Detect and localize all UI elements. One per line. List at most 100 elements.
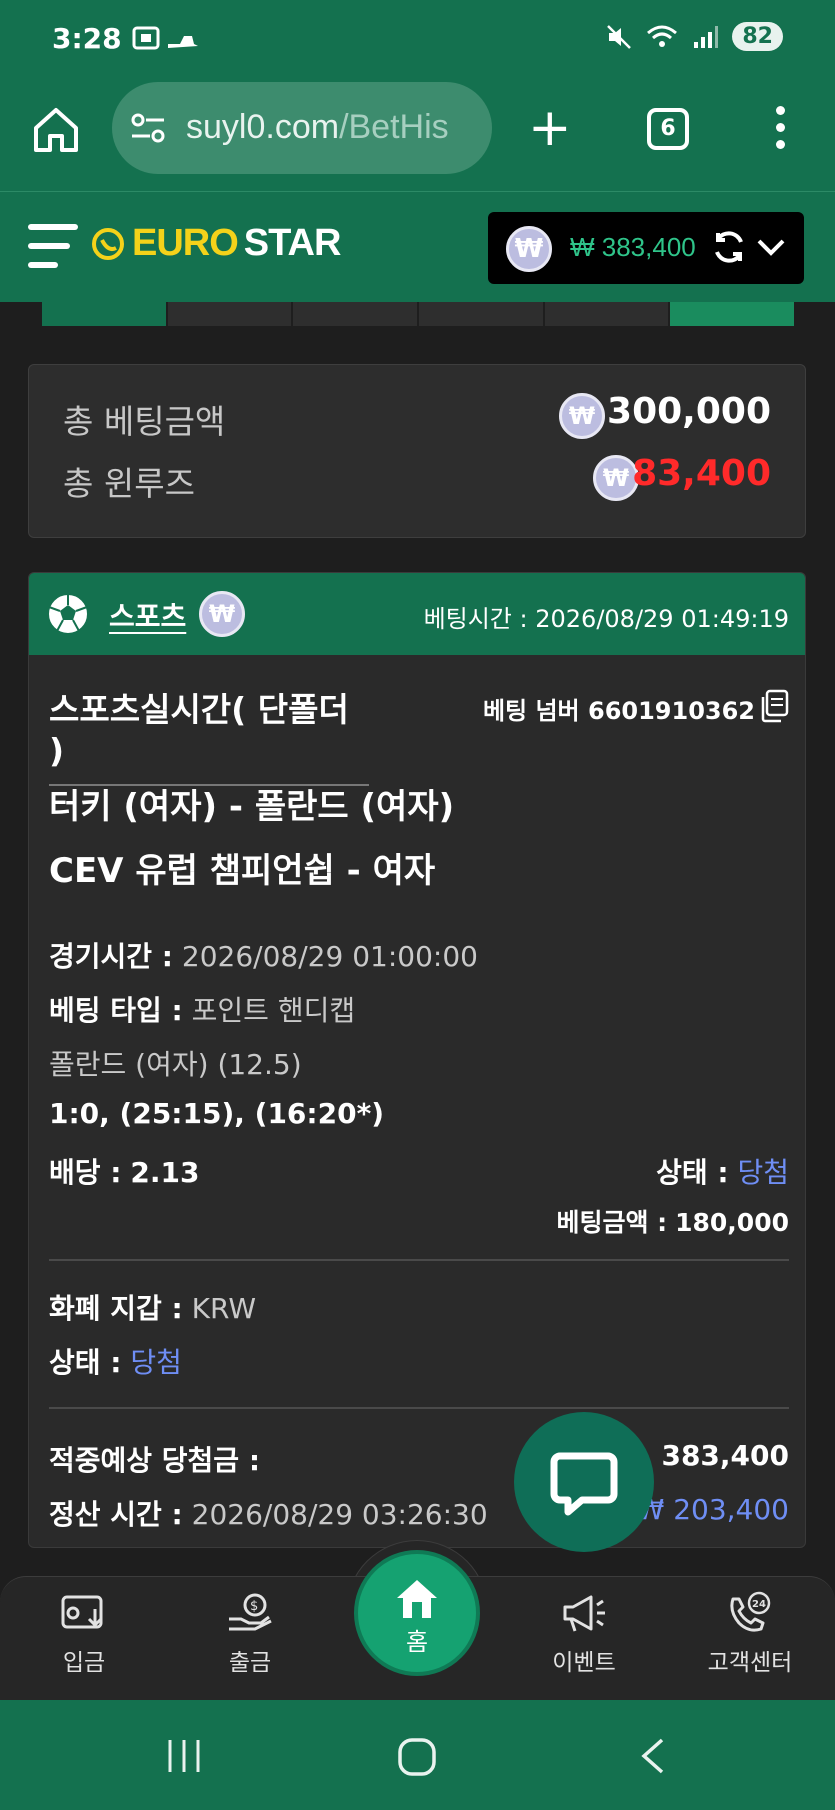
settle-value: 2026/08/29 03:26:30 [191,1498,488,1531]
bet-number: 베팅 넘버 6601910362 [483,691,755,726]
new-tab-plus-icon[interactable]: + [528,102,572,154]
score: 1:0, (25:15), (16:20*) [49,1097,385,1130]
bet-time-label: 베팅시간 : [423,605,528,633]
nav-home-label: 홈 [405,1628,429,1656]
tab-switcher-button[interactable]: 6 [647,108,689,150]
deposit-icon [61,1595,103,1629]
mute-icon [607,24,632,49]
nav-event[interactable]: 이벤트 [524,1577,644,1701]
status-value: 당첨 [737,1156,789,1189]
status-right: 82 [606,22,783,51]
url-domain: suyl0.com [186,108,340,146]
refresh-icon[interactable] [710,228,748,266]
bet-time: 베팅시간 : 2026/08/29 01:49:19 [424,599,789,634]
wallet-value: KRW [191,1292,257,1325]
game-time-label: 경기시간 : [49,940,173,973]
odds-label: 배당 : [49,1156,122,1189]
game-time-row: 경기시간 : 2026/08/29 01:00:00 [49,935,478,975]
wallet-row: 화폐 지갑 : KRW [49,1287,256,1327]
settle-row: 정산 시간 : 2026/08/29 03:26:30 [49,1493,488,1533]
bet-type-value: 포인트 핸디캡 [191,994,356,1027]
bet-summary-card: 총 베팅금액 ₩ 300,000 총 윈루즈 ₩ 83,400 [28,364,806,538]
url-text: suyl0.com/BetHis [186,108,449,147]
hamburger-menu-icon[interactable] [28,224,80,272]
total-winloss-value: 83,400 [632,453,771,494]
chevron-down-icon[interactable] [756,234,786,260]
filter-tab[interactable] [293,302,418,326]
balance-widget[interactable]: ₩ ₩ 383,400 [488,212,804,284]
megaphone-icon [563,1595,605,1632]
total-winloss-row: 총 윈루즈 ₩ 83,400 [63,447,771,507]
nav-event-label: 이벤트 [552,1650,616,1676]
total-bet-row: 총 베팅금액 ₩ 300,000 [63,385,771,445]
nav-support-label: 고객센터 [707,1650,793,1676]
balance-amount: ₩ 383,400 [570,232,696,262]
game-time-value: 2026/08/29 01:00:00 [181,940,478,973]
wifi-icon [647,25,678,47]
bet-time-value: 2026/08/29 01:49:19 [535,605,789,633]
support-24-icon: 24 [730,1591,771,1632]
android-home-icon[interactable] [396,1736,438,1778]
chat-bubble-icon [550,1452,618,1516]
nav-support[interactable]: 24 고객센터 [690,1577,810,1701]
profit-value: ₩ 203,400 [636,1493,789,1526]
total-bet-label: 총 베팅금액 [63,402,226,441]
expected-win-value: 383,400 [661,1439,789,1472]
svg-text:$: $ [250,1599,258,1614]
soccer-ball-icon [47,593,89,635]
nav-deposit-label: 입금 [62,1650,106,1676]
bet-amount-row: 베팅금액 : 180,000 [556,1203,789,1239]
wallet-label: 화폐 지갑 : [49,1292,183,1325]
nav-deposit[interactable]: 입금 [24,1577,144,1701]
filter-tab[interactable] [419,302,543,326]
browser-menu-icon[interactable] [770,106,790,152]
logo-euro: EURO [132,222,239,264]
nav-home-button[interactable]: 홈 [354,1550,480,1676]
bet-amount-value: 180,000 [675,1208,789,1237]
bet-type-label: 베팅 타입 : [49,994,183,1027]
recent-apps-icon[interactable] [164,1736,204,1776]
status2-label: 상태 : [49,1346,122,1379]
filter-tab-active[interactable] [670,302,794,326]
browser-toolbar: suyl0.com/BetHis + 6 [0,80,835,192]
nav-withdraw[interactable]: $ 출금 [190,1577,310,1701]
status-label: 상태 : [656,1156,729,1189]
filter-tab[interactable] [167,302,292,326]
url-bar[interactable]: suyl0.com/BetHis [112,82,492,174]
won-coin-icon: ₩ [506,226,552,272]
period-filter-tabs [42,302,794,326]
home-icon [397,1580,437,1618]
filter-tab[interactable] [42,302,166,326]
odds-row: 배당 : 2.13 [49,1151,199,1191]
settle-label: 정산 시간 : [49,1498,183,1531]
browser-home-icon[interactable] [30,104,82,156]
total-bet-value: 300,000 [607,391,771,432]
site-settings-icon[interactable] [130,112,166,144]
svg-text:24: 24 [752,1599,766,1610]
selection: 폴란드 (여자) (12.5) [49,1048,302,1081]
copy-icon[interactable] [759,689,789,723]
screenshot-icon [132,26,198,50]
bet-category: 스포츠 [109,600,187,633]
eurostar-logo[interactable]: EURO STAR [90,222,341,265]
bet-type-row: 베팅 타입 : 포인트 핸디캡 [49,989,355,1029]
url-path: /BetHis [339,108,449,146]
bet-title: 스포츠실시간( 단폴더 ) [49,683,369,786]
site-header: EURO STAR ₩ ₩ 383,400 [0,192,835,302]
won-coin-icon: ₩ [559,393,605,439]
bet-amount-label: 베팅금액 : [556,1208,668,1237]
bet-history-card: 스포츠 ₩ 베팅시간 : 2026/08/29 01:49:19 스포츠실시간(… [28,572,806,1548]
total-winloss-label: 총 윈루즈 [63,464,195,503]
withdraw-icon: $ [229,1593,272,1631]
live-chat-button[interactable] [514,1412,654,1552]
android-nav-bar [0,1700,835,1810]
back-icon[interactable] [636,1736,670,1776]
battery-indicator: 82 [732,22,783,51]
bet-number-label: 베팅 넘버 [482,697,580,725]
logo-mark-icon [92,227,124,260]
status2-value: 당첨 [130,1346,182,1379]
filter-tab[interactable] [544,302,669,326]
status-row: 상태 : 당첨 [656,1151,789,1191]
status2-row: 상태 : 당첨 [49,1341,182,1381]
expected-win-row: 적중예상 당첨금 : [49,1439,260,1479]
